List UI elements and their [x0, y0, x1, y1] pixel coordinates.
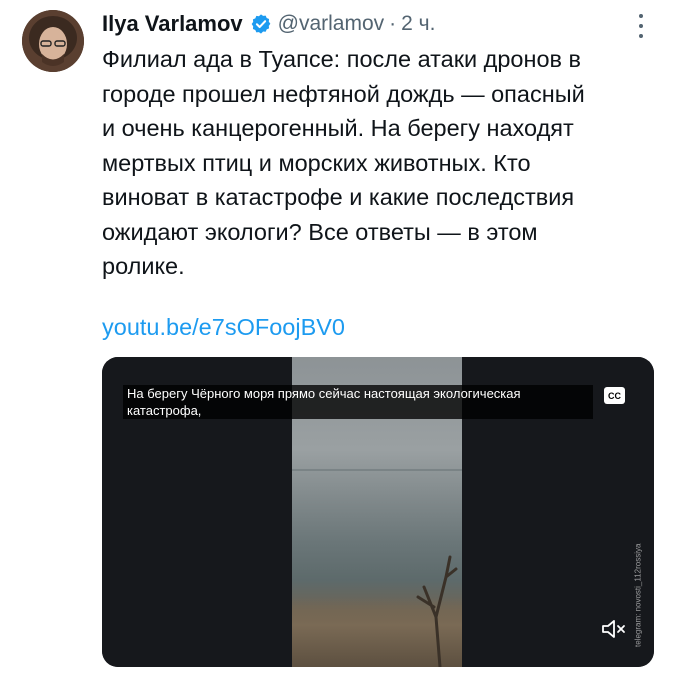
tweet-text: Филиал ада в Туапсе: после атаки дронов …	[102, 46, 585, 279]
muted-speaker-icon[interactable]	[600, 617, 626, 641]
tweet-header: Ilya Varlamov @varlamov · 2 ч.	[102, 9, 633, 39]
video-player[interactable]: На берегу Чёрного моря прямо сейчас наст…	[102, 357, 654, 667]
separator-dot: ·	[389, 12, 397, 35]
verified-badge-icon	[250, 13, 272, 35]
avatar[interactable]	[22, 10, 84, 72]
closed-captions-icon[interactable]: CC	[604, 387, 625, 404]
timestamp[interactable]: 2 ч.	[401, 12, 435, 36]
tweet-link[interactable]: youtu.be/e7sOFoojBV0	[102, 314, 345, 341]
author-handle[interactable]: @varlamov	[278, 12, 385, 36]
channel-watermark: telegram: novosti_112rossiya	[633, 543, 643, 647]
dead-tree	[416, 555, 458, 667]
sea-horizon	[292, 469, 462, 471]
more-options-icon[interactable]	[637, 14, 645, 38]
video-subtitle: На берегу Чёрного моря прямо сейчас наст…	[123, 385, 593, 419]
author-name[interactable]: Ilya Varlamov	[102, 11, 243, 37]
